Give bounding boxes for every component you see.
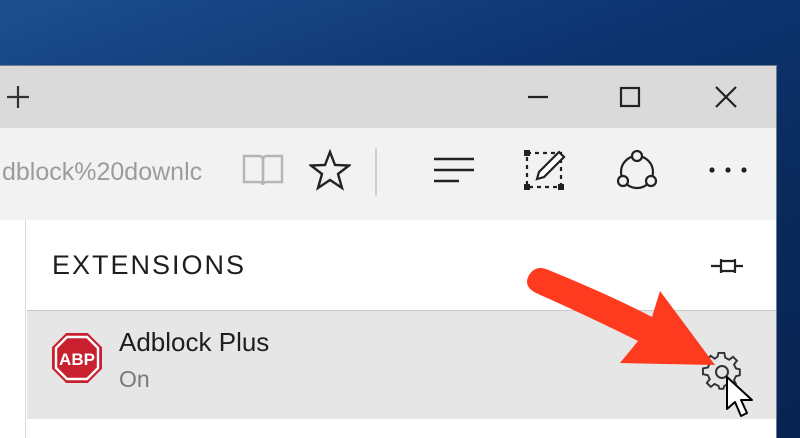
more-dots-icon [709,167,747,173]
close-icon [715,86,737,108]
plus-icon [7,86,29,108]
minimize-button[interactable] [508,66,568,128]
minimize-icon [528,95,548,99]
extension-name: Adblock Plus [119,327,270,357]
pane-title: EXTENSIONS [52,250,247,280]
reading-view-button[interactable] [235,142,291,198]
favorite-button[interactable] [302,142,358,198]
mouse-cursor-icon [726,376,753,417]
share-button[interactable] [609,142,665,198]
page-content-area [0,220,26,438]
web-note-button[interactable] [517,142,573,198]
annotation-arrow [527,268,715,365]
hub-lines-icon [434,157,474,183]
title-bar [0,66,776,128]
extension-state: On [119,366,150,392]
maximize-icon [619,86,641,108]
close-button[interactable] [696,66,756,128]
hub-button[interactable] [426,142,482,198]
abp-logo-text: ABP [59,350,95,369]
new-tab-button[interactable] [0,66,48,128]
more-button[interactable] [700,142,756,198]
abp-logo-icon: ABP [52,333,102,383]
browser-window: dblock%20downlc EXTENSIONS ABP Adblock P… [0,66,776,438]
web-note-icon [524,150,566,190]
navigation-toolbar: dblock%20downlc [0,128,776,220]
share-icon [616,149,658,190]
maximize-button[interactable] [600,66,660,128]
star-icon [309,149,351,191]
book-icon [242,154,284,186]
toolbar-separator [375,148,377,196]
address-bar[interactable]: dblock%20downlc [0,154,214,190]
